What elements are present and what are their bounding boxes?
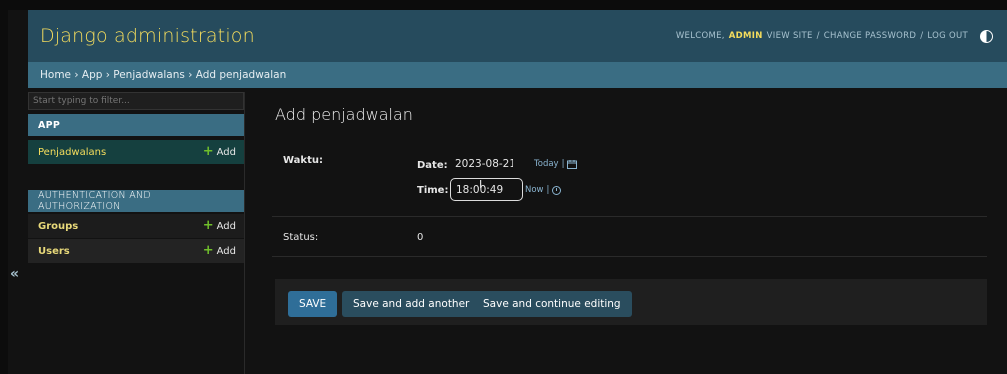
nav-sidebar: APP Penjadwalans +Add AUTHENTICATION AND… xyxy=(28,92,245,374)
clock-icon[interactable] xyxy=(552,185,562,195)
sidebar-item-groups[interactable]: Groups + Add xyxy=(28,214,244,238)
username: ADMIN xyxy=(728,31,763,41)
plus-icon: + xyxy=(202,243,214,258)
sidebar-item-label[interactable]: Users xyxy=(38,246,70,257)
now-link[interactable]: Now xyxy=(525,185,544,195)
breadcrumb[interactable]: Home › App › Penjadwalans › Add penjadwa… xyxy=(28,62,1007,88)
add-label: Add xyxy=(216,245,236,257)
date-shortcuts: Today | xyxy=(534,159,578,169)
date-field[interactable] xyxy=(447,154,521,174)
add-label: Add xyxy=(216,220,236,232)
waktu-label: Waktu: xyxy=(283,155,323,166)
module-caption-auth[interactable]: AUTHENTICATION AND AUTHORIZATION xyxy=(28,190,244,212)
status-value: 0 xyxy=(417,232,424,243)
time-shortcuts: Now | xyxy=(525,185,562,195)
add-user-link[interactable]: + Add xyxy=(202,243,236,258)
change-password-link[interactable]: CHANGE PASSWORD xyxy=(824,31,916,41)
time-label: Time: xyxy=(417,185,449,196)
text-cursor-icon: Ⅰ xyxy=(479,178,483,191)
view-site-link[interactable]: VIEW SITE xyxy=(767,31,813,41)
separator: / xyxy=(816,31,820,41)
row-divider xyxy=(272,256,987,257)
status-label: Status: xyxy=(283,232,319,243)
log-out-link[interactable]: LOG OUT xyxy=(927,31,968,41)
sidebar-item-penjadwalans[interactable]: Penjadwalans + Add xyxy=(28,140,244,164)
sidebar-item-label[interactable]: Penjadwalans xyxy=(38,147,106,158)
site-header: Django administration WELCOME, ADMIN VIE… xyxy=(28,10,1007,62)
nav-filter-input[interactable] xyxy=(28,92,244,110)
calendar-icon[interactable] xyxy=(567,159,578,169)
module-caption-app[interactable]: APP xyxy=(28,114,244,136)
sidebar-item-label[interactable]: Groups xyxy=(38,221,78,232)
plus-icon: + xyxy=(202,144,214,159)
add-label: Add xyxy=(216,146,236,158)
submit-row: SAVE Save and add another Save and conti… xyxy=(275,279,987,325)
save-button[interactable]: SAVE xyxy=(288,291,338,317)
welcome-text: WELCOME, xyxy=(675,31,725,41)
separator: | xyxy=(561,159,565,169)
today-link[interactable]: Today xyxy=(534,159,559,169)
window-top-edge xyxy=(0,0,1007,10)
sidebar-item-users[interactable]: Users + Add xyxy=(28,239,244,263)
window-left-edge xyxy=(0,0,8,374)
sidebar-collapse-button[interactable]: « xyxy=(10,266,19,282)
add-penjadwalan-link[interactable]: + Add xyxy=(202,144,236,159)
user-tools: WELCOME, ADMIN VIEW SITE / CHANGE PASSWO… xyxy=(675,29,993,43)
separator: / xyxy=(920,31,924,41)
plus-icon: + xyxy=(202,218,214,233)
time-field[interactable] xyxy=(450,178,523,201)
separator: | xyxy=(546,185,550,195)
row-divider xyxy=(272,216,987,217)
save-and-continue-button[interactable]: Save and continue editing xyxy=(472,291,632,317)
save-and-add-another-button[interactable]: Save and add another xyxy=(342,291,481,317)
add-group-link[interactable]: + Add xyxy=(202,218,236,233)
date-label: Date: xyxy=(417,160,448,171)
theme-toggle-icon[interactable] xyxy=(980,29,993,43)
site-brand[interactable]: Django administration xyxy=(40,25,255,47)
page-title: Add penjadwalan xyxy=(275,105,413,124)
